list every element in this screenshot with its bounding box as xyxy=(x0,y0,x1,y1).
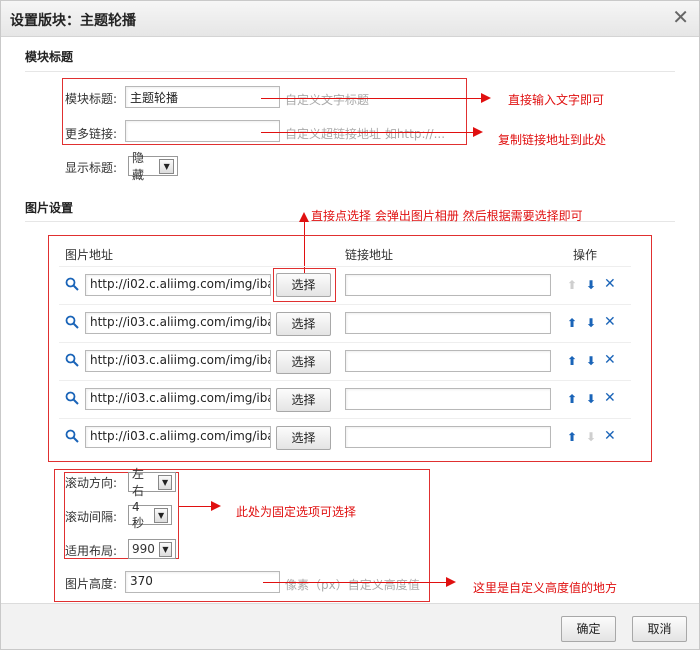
show-title-label: 显示标题: xyxy=(65,161,118,175)
section-divider xyxy=(25,71,675,72)
image-height-hint: 像素（px）自定义高度值 xyxy=(285,578,420,592)
interval-value: 4秒 xyxy=(132,499,145,530)
cancel-button[interactable]: 取消 xyxy=(632,616,687,642)
col-image-url: 图片地址 xyxy=(65,248,114,262)
link-url-input[interactable] xyxy=(345,426,551,448)
image-url-input[interactable]: http://i03.c.aliimg.com/img/ibank xyxy=(85,312,271,334)
interval-select[interactable]: 4秒 ▼ xyxy=(128,500,172,530)
delete-icon[interactable]: ✕ xyxy=(604,315,616,329)
annotation-arrow-head xyxy=(211,501,221,511)
ok-button[interactable]: 确定 xyxy=(561,616,616,642)
module-title-hint: 自定义文字标题 xyxy=(285,93,370,107)
interval-label: 滚动间隔: xyxy=(65,510,118,524)
annotation-arrow-line xyxy=(261,98,481,99)
move-down-icon: ⬇ xyxy=(586,430,597,444)
direction-value: 左右 xyxy=(132,467,145,498)
move-up-icon[interactable]: ⬆ xyxy=(567,392,577,406)
chevron-down-icon: ▼ xyxy=(158,474,172,490)
annotation-arrow-head xyxy=(446,577,456,587)
link-url-input[interactable] xyxy=(345,274,551,296)
more-link-hint: 自定义超链接地址 如http://... xyxy=(285,127,446,141)
image-url-input[interactable]: http://i03.c.aliimg.com/img/ibank xyxy=(85,426,271,448)
layout-label: 适用布局: xyxy=(65,544,118,558)
image-url-input[interactable]: http://i02.c.aliimg.com/img/ibank xyxy=(85,274,271,296)
dialog-footer: 确定 取消 xyxy=(1,603,699,649)
annotation-arrow-line xyxy=(261,132,473,133)
move-up-icon[interactable]: ⬆ xyxy=(567,430,577,444)
delete-icon[interactable]: ✕ xyxy=(604,277,616,291)
images-section-heading: 图片设置 xyxy=(25,201,74,215)
image-url-input[interactable]: http://i03.c.aliimg.com/img/ibank xyxy=(85,388,271,410)
search-icon[interactable] xyxy=(65,353,79,367)
row-divider xyxy=(59,304,631,305)
row-divider xyxy=(59,380,631,381)
select-image-button[interactable]: 选择 xyxy=(276,388,331,412)
search-icon[interactable] xyxy=(65,391,79,405)
dialog-titlebar: 设置版块：主题轮播 ✕ xyxy=(1,1,699,37)
select-image-button[interactable]: 选择 xyxy=(276,426,331,450)
search-icon[interactable] xyxy=(65,315,79,329)
direction-label: 滚动方向: xyxy=(65,476,118,490)
direction-select[interactable]: 左右 ▼ xyxy=(128,467,176,498)
col-link-url: 链接地址 xyxy=(345,248,394,262)
settings-dialog: 设置版块：主题轮播 ✕ 模块标题 模块标题: 主题轮播 自定义文字标题 更多链接… xyxy=(0,0,700,650)
layout-value: 990 xyxy=(132,542,155,556)
image-height-label: 图片高度: xyxy=(65,577,118,591)
image-url-input[interactable]: http://i03.c.aliimg.com/img/ibank xyxy=(85,350,271,372)
select-annotation: 直接点选择 会弹出图片相册 然后根据需要选择即可 xyxy=(311,209,583,223)
annotation-arrow-head xyxy=(473,127,483,137)
delete-icon[interactable]: ✕ xyxy=(604,429,616,443)
link-url-input[interactable] xyxy=(345,312,551,334)
select-image-button[interactable]: 选择 xyxy=(276,273,331,297)
annotation-arrow-line xyxy=(263,582,446,583)
module-title-input[interactable]: 主题轮播 xyxy=(125,86,280,108)
more-link-label: 更多链接: xyxy=(65,127,118,141)
row-divider xyxy=(59,266,631,267)
image-height-input[interactable]: 370 xyxy=(125,571,280,593)
fixed-options-annotation: 此处为固定选项可选择 xyxy=(236,505,357,519)
dialog-title: 设置版块：主题轮播 xyxy=(10,13,136,29)
move-down-icon[interactable]: ⬇ xyxy=(586,316,596,330)
show-title-value: 隐藏 xyxy=(132,151,145,182)
link-annotation: 复制链接地址到此处 xyxy=(498,133,607,147)
height-annotation: 这里是自定义高度值的地方 xyxy=(473,581,618,595)
more-link-input[interactable] xyxy=(125,120,280,142)
row-divider xyxy=(59,418,631,419)
row-divider xyxy=(59,342,631,343)
layout-select[interactable]: 990 ▼ xyxy=(128,539,176,559)
move-up-icon: ⬆ xyxy=(567,278,578,292)
link-url-input[interactable] xyxy=(345,388,551,410)
search-icon[interactable] xyxy=(65,429,79,443)
annotation-arrow-head xyxy=(481,93,491,103)
show-title-select[interactable]: 隐藏 ▼ xyxy=(128,151,178,182)
delete-icon[interactable]: ✕ xyxy=(604,353,616,367)
move-down-icon[interactable]: ⬇ xyxy=(586,392,596,406)
search-icon[interactable] xyxy=(65,277,79,291)
annotation-arrow-line xyxy=(179,506,211,507)
chevron-down-icon: ▼ xyxy=(158,541,172,557)
module-section-heading: 模块标题 xyxy=(25,50,74,64)
move-down-icon[interactable]: ⬇ xyxy=(586,354,596,368)
col-operations: 操作 xyxy=(573,248,598,262)
module-title-label: 模块标题: xyxy=(65,92,118,106)
move-up-icon[interactable]: ⬆ xyxy=(567,316,577,330)
chevron-down-icon: ▼ xyxy=(159,158,174,174)
delete-icon[interactable]: ✕ xyxy=(604,391,616,405)
chevron-down-icon: ▼ xyxy=(154,507,168,523)
close-icon[interactable]: ✕ xyxy=(672,7,689,27)
select-image-button[interactable]: 选择 xyxy=(276,312,331,336)
select-image-button[interactable]: 选择 xyxy=(276,350,331,374)
title-annotation: 直接输入文字即可 xyxy=(508,93,605,107)
move-down-icon[interactable]: ⬇ xyxy=(586,278,596,292)
link-url-input[interactable] xyxy=(345,350,551,372)
move-up-icon[interactable]: ⬆ xyxy=(567,354,577,368)
